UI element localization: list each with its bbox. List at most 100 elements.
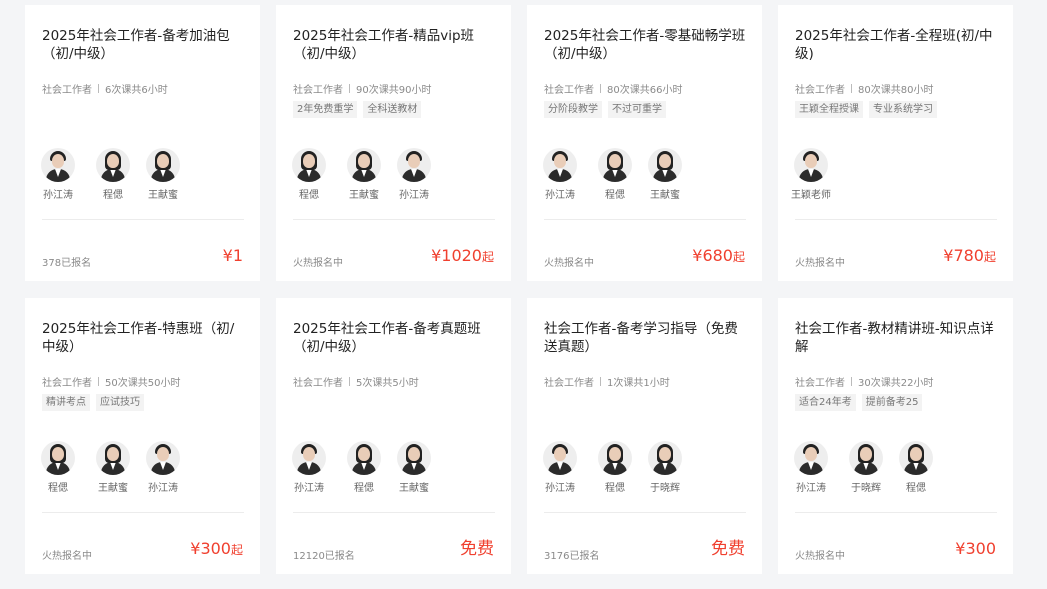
course-tags: 2年免费重学 全科送教材	[293, 101, 422, 118]
course-title[interactable]: 2025年社会工作者-备考真题班（初/中级）	[293, 320, 495, 356]
course-card[interactable]: 2025年社会工作者-备考真题班（初/中级） 社会工作者 5次课共5小时 孙江涛	[276, 298, 511, 574]
course-meta: 社会工作者 5次课共5小时	[293, 374, 419, 389]
teacher-name: 于晓辉	[650, 483, 680, 494]
teacher[interactable]: 王献蜜	[389, 441, 439, 494]
teacher[interactable]: 王献蜜	[138, 148, 188, 201]
teacher[interactable]: 程偲	[339, 441, 389, 494]
price-value: 免费	[711, 539, 745, 559]
teacher-name: 孙江涛	[796, 483, 826, 494]
course-card[interactable]: 2025年社会工作者-零基础畅学班（初/中级） 社会工作者 80次课共66小时 …	[527, 5, 762, 281]
teacher[interactable]: 孙江涛	[793, 441, 829, 494]
teacher-name: 程偲	[605, 190, 625, 201]
teacher-name: 程偲	[906, 483, 926, 494]
course-category: 社会工作者	[42, 378, 92, 389]
teacher[interactable]: 孙江涛	[389, 148, 439, 201]
price-value: ¥680	[692, 246, 733, 265]
teacher[interactable]: 孙江涛	[291, 441, 327, 494]
teacher[interactable]: 程偲	[590, 148, 640, 201]
teacher-list: 孙江涛 程偲	[542, 441, 690, 494]
course-tag: 不过可重学	[608, 101, 666, 118]
teacher[interactable]: 程偲	[590, 441, 640, 494]
avatar	[397, 441, 431, 475]
course-tag: 专业系统学习	[869, 101, 937, 118]
enrollment-status: 火热报名中	[795, 258, 845, 269]
course-title[interactable]: 社会工作者-备考学习指导（免费送真题）	[544, 320, 746, 356]
price-value: ¥780	[943, 246, 984, 265]
teacher[interactable]: 程偲	[40, 441, 76, 494]
course-meta: 社会工作者 80次课共80小时	[795, 81, 933, 96]
teacher[interactable]: 孙江涛	[542, 441, 578, 494]
course-tag: 适合24年考	[795, 394, 856, 411]
teacher[interactable]: 程偲	[891, 441, 941, 494]
avatar	[899, 441, 933, 475]
avatar	[648, 441, 682, 475]
teacher-name: 王献蜜	[650, 190, 680, 201]
price-suffix: 起	[983, 250, 996, 264]
teacher-name: 孙江涛	[399, 190, 429, 201]
price-value: 免费	[460, 539, 494, 559]
teacher[interactable]: 王献蜜	[88, 441, 138, 494]
course-category: 社会工作者	[293, 85, 343, 96]
price-value: ¥300	[190, 539, 231, 558]
teacher-list: 王颖老师	[791, 148, 841, 201]
card-divider	[544, 512, 746, 513]
course-card[interactable]: 2025年社会工作者-精品vip班（初/中级） 社会工作者 90次课共90小时 …	[276, 5, 511, 281]
teacher-list: 孙江涛 程偲	[542, 148, 690, 201]
avatar	[543, 441, 577, 475]
avatar	[41, 441, 75, 475]
course-category: 社会工作者	[795, 378, 845, 389]
teacher-name: 王献蜜	[399, 483, 429, 494]
avatar	[292, 148, 326, 182]
course-price: ¥300	[955, 538, 996, 561]
teacher[interactable]: 王献蜜	[339, 148, 389, 201]
course-lessons: 5次课共5小时	[356, 378, 419, 389]
course-tag: 王颖全程授课	[795, 101, 863, 118]
teacher[interactable]: 孙江涛	[542, 148, 578, 201]
course-card[interactable]: 社会工作者-备考学习指导（免费送真题） 社会工作者 1次课共1小时 孙江涛 程偲…	[527, 298, 762, 574]
course-card[interactable]: 2025年社会工作者-备考加油包（初/中级） 社会工作者 6次课共6小时 孙江涛	[25, 5, 260, 281]
course-meta: 社会工作者 1次课共1小时	[544, 374, 670, 389]
course-title[interactable]: 社会工作者-教材精讲班-知识点详解	[795, 320, 997, 356]
course-price: 免费	[460, 538, 494, 561]
course-tag: 全科送教材	[363, 101, 422, 118]
course-tag: 分阶段教学	[544, 101, 602, 118]
teacher-name: 孙江涛	[545, 483, 575, 494]
price-suffix: 起	[230, 543, 243, 557]
meta-divider	[98, 377, 99, 386]
course-lessons: 30次课共22小时	[858, 378, 934, 389]
avatar	[347, 441, 381, 475]
course-meta: 社会工作者 50次课共50小时	[42, 374, 180, 389]
card-divider	[293, 219, 495, 220]
course-tag: 提前备考25	[861, 394, 923, 411]
course-title[interactable]: 2025年社会工作者-备考加油包（初/中级）	[42, 27, 244, 63]
course-title[interactable]: 2025年社会工作者-零基础畅学班（初/中级）	[544, 27, 746, 63]
course-card[interactable]: 社会工作者-教材精讲班-知识点详解 社会工作者 30次课共22小时 适合24年考…	[778, 298, 1013, 574]
course-title[interactable]: 2025年社会工作者-特惠班（初/中级）	[42, 320, 244, 356]
teacher-list: 孙江涛 程偲	[291, 441, 439, 494]
teacher[interactable]: 程偲	[88, 148, 138, 201]
course-card[interactable]: 2025年社会工作者-特惠班（初/中级） 社会工作者 50次课共50小时 精讲考…	[25, 298, 260, 574]
course-title[interactable]: 2025年社会工作者-精品vip班（初/中级）	[293, 27, 495, 63]
course-tags: 精讲考点 应试技巧	[42, 394, 144, 411]
course-card[interactable]: 2025年社会工作者-全程班(初/中级) 社会工作者 80次课共80小时 王颖全…	[778, 5, 1013, 281]
course-lessons: 6次课共6小时	[105, 85, 168, 96]
course-category: 社会工作者	[544, 85, 594, 96]
course-price: ¥1	[223, 245, 243, 268]
enrollment-status: 378已报名	[42, 258, 92, 269]
teacher[interactable]: 孙江涛	[40, 148, 76, 201]
teacher[interactable]: 王颖老师	[791, 148, 831, 201]
teacher[interactable]: 于晓辉	[640, 441, 690, 494]
teacher[interactable]: 孙江涛	[138, 441, 188, 494]
avatar	[543, 148, 577, 182]
teacher-name: 孙江涛	[545, 190, 575, 201]
meta-divider	[851, 84, 852, 93]
teacher[interactable]: 王献蜜	[640, 148, 690, 201]
enrollment-status: 火热报名中	[544, 258, 594, 269]
avatar	[794, 148, 828, 182]
teacher-name: 程偲	[354, 483, 374, 494]
course-title[interactable]: 2025年社会工作者-全程班(初/中级)	[795, 27, 997, 63]
teacher-name: 程偲	[48, 483, 68, 494]
course-price: 免费	[711, 538, 745, 561]
teacher[interactable]: 于晓辉	[841, 441, 891, 494]
teacher[interactable]: 程偲	[291, 148, 327, 201]
